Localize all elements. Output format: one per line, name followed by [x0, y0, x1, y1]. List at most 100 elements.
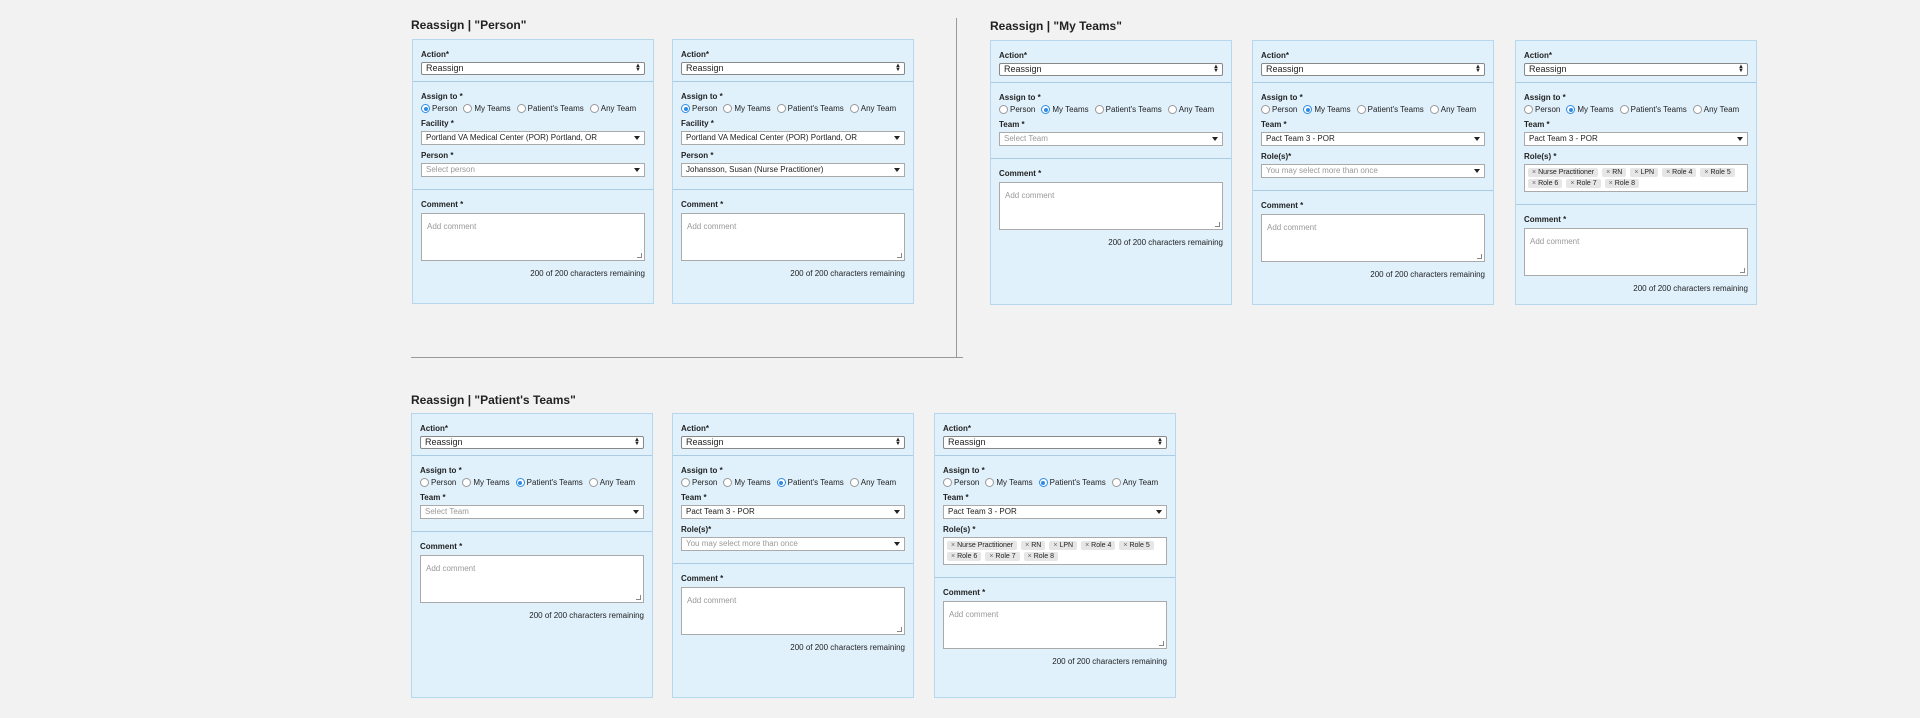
action-select[interactable]: Reassign ▲ ▼	[681, 436, 905, 449]
person-dropdown[interactable]: Johansson, Susan (Nurse Practitioner)	[681, 163, 905, 177]
radio-person[interactable]: Person	[420, 478, 456, 487]
remove-tag-icon[interactable]: ×	[989, 553, 993, 560]
updown-arrows-icon: ▲ ▼	[1475, 64, 1481, 74]
team-dropdown[interactable]: Select Team	[999, 132, 1223, 146]
role-tag: × Role 6	[1528, 179, 1563, 188]
caret-down-icon	[894, 136, 900, 140]
radio-my-teams[interactable]: My Teams	[462, 478, 510, 487]
radio-patients-teams[interactable]: Patient's Teams	[1356, 105, 1424, 114]
comment-textarea[interactable]: Add comment	[1261, 214, 1485, 262]
remove-tag-icon[interactable]: ×	[1532, 169, 1536, 176]
radio-patients-teams[interactable]: Patient's Teams	[776, 104, 844, 113]
comment-textarea[interactable]: Add comment	[681, 213, 905, 261]
action-select[interactable]: Reassign ▲ ▼	[421, 62, 645, 75]
comment-label: Comment *	[420, 542, 463, 551]
roles-dropdown[interactable]: You may select more than once	[681, 537, 905, 551]
team-dropdown[interactable]: Pact Team 3 - POR	[681, 505, 905, 519]
radio-my-teams[interactable]: My Teams	[985, 478, 1033, 487]
remove-tag-icon[interactable]: ×	[951, 553, 955, 560]
team-dropdown[interactable]: Pact Team 3 - POR	[1524, 132, 1748, 146]
radio-person[interactable]: Person	[1261, 105, 1297, 114]
radio-patients-teams[interactable]: Patient's Teams	[1094, 105, 1162, 114]
radio-icon	[1619, 105, 1629, 114]
facility-dropdown[interactable]: Portland VA Medical Center (POR) Portlan…	[421, 131, 645, 145]
radio-person[interactable]: Person	[681, 104, 717, 113]
radio-any-team[interactable]: Any Team	[1167, 105, 1214, 114]
radio-person[interactable]: Person	[999, 105, 1035, 114]
radio-any-team[interactable]: Any Team	[1111, 478, 1158, 487]
remove-tag-icon[interactable]: ×	[1609, 180, 1613, 187]
radio-person[interactable]: Person	[943, 478, 979, 487]
radio-person[interactable]: Person	[1524, 105, 1560, 114]
remove-tag-icon[interactable]: ×	[1570, 180, 1574, 187]
person-placeholder: Select person	[426, 165, 475, 174]
radio-any-team[interactable]: Any Team	[849, 104, 896, 113]
team-dropdown[interactable]: Select Team	[420, 505, 644, 519]
radio-label: Any Team	[599, 478, 636, 487]
action-select[interactable]: Reassign ▲ ▼	[420, 436, 644, 449]
action-select[interactable]: Reassign ▲ ▼	[1524, 63, 1748, 76]
role-tag: × Role 6	[947, 552, 982, 561]
team-dropdown[interactable]: Pact Team 3 - POR	[1261, 132, 1485, 146]
comment-textarea[interactable]: Add comment	[421, 213, 645, 261]
comment-textarea[interactable]: Add comment	[999, 182, 1223, 230]
resize-grip-icon[interactable]	[897, 253, 902, 258]
remove-tag-icon[interactable]: ×	[1666, 169, 1670, 176]
radio-my-teams[interactable]: My Teams	[1566, 105, 1614, 114]
remove-tag-icon[interactable]: ×	[1606, 169, 1610, 176]
remove-tag-icon[interactable]: ×	[1634, 169, 1638, 176]
resize-grip-icon[interactable]	[1215, 222, 1220, 227]
radio-any-team[interactable]: Any Team	[1692, 105, 1739, 114]
comment-textarea[interactable]: Add comment	[1524, 228, 1748, 276]
facility-dropdown[interactable]: Portland VA Medical Center (POR) Portlan…	[681, 131, 905, 145]
radio-patients-teams[interactable]: Patient's Teams	[516, 104, 584, 113]
assign-to-label: Assign to *	[681, 92, 723, 101]
team-dropdown[interactable]: Pact Team 3 - POR	[943, 505, 1167, 519]
resize-grip-icon[interactable]	[637, 253, 642, 258]
resize-grip-icon[interactable]	[1159, 641, 1164, 646]
remove-tag-icon[interactable]: ×	[1532, 180, 1536, 187]
role-tag: × Role 7	[1566, 179, 1601, 188]
resize-grip-icon[interactable]	[636, 595, 641, 600]
radio-patients-teams[interactable]: Patient's Teams	[776, 478, 844, 487]
action-select[interactable]: Reassign ▲ ▼	[943, 436, 1167, 449]
comment-textarea[interactable]: Add comment	[681, 587, 905, 635]
radio-my-teams[interactable]: My Teams	[723, 478, 771, 487]
radio-my-teams[interactable]: My Teams	[463, 104, 511, 113]
remove-tag-icon[interactable]: ×	[1704, 169, 1708, 176]
remove-tag-icon[interactable]: ×	[1053, 542, 1057, 549]
radio-icon	[849, 478, 859, 487]
action-select[interactable]: Reassign ▲ ▼	[999, 63, 1223, 76]
remove-tag-icon[interactable]: ×	[1085, 542, 1089, 549]
comment-textarea[interactable]: Add comment	[943, 601, 1167, 649]
action-select[interactable]: Reassign ▲ ▼	[1261, 63, 1485, 76]
radio-patients-teams[interactable]: Patient's Teams	[1619, 105, 1687, 114]
radio-label: Patient's Teams	[527, 104, 584, 113]
radio-any-team[interactable]: Any Team	[849, 478, 896, 487]
person-dropdown[interactable]: Select person	[421, 163, 645, 177]
roles-tag-input[interactable]: × Nurse Practitioner × RN × LPN × Role 4 × Ro…	[943, 537, 1167, 565]
resize-grip-icon[interactable]	[1477, 254, 1482, 259]
radio-person[interactable]: Person	[421, 104, 457, 113]
resize-grip-icon[interactable]	[1740, 268, 1745, 273]
remove-tag-icon[interactable]: ×	[1025, 542, 1029, 549]
resize-grip-icon[interactable]	[897, 627, 902, 632]
comment-placeholder: Add comment	[426, 564, 476, 573]
roles-dropdown[interactable]: You may select more than once	[1261, 164, 1485, 178]
radio-my-teams[interactable]: My Teams	[1303, 105, 1351, 114]
radio-any-team[interactable]: Any Team	[588, 478, 636, 487]
remove-tag-icon[interactable]: ×	[1123, 542, 1127, 549]
radio-any-team[interactable]: Any Team	[589, 104, 636, 113]
radio-patients-teams[interactable]: Patient's Teams	[515, 478, 583, 487]
team-label: Team *	[1261, 120, 1287, 129]
radio-person[interactable]: Person	[681, 478, 717, 487]
radio-patients-teams[interactable]: Patient's Teams	[1038, 478, 1106, 487]
remove-tag-icon[interactable]: ×	[1028, 553, 1032, 560]
radio-my-teams[interactable]: My Teams	[1041, 105, 1089, 114]
radio-my-teams[interactable]: My Teams	[723, 104, 771, 113]
action-select[interactable]: Reassign ▲ ▼	[681, 62, 905, 75]
comment-textarea[interactable]: Add comment	[420, 555, 644, 603]
radio-any-team[interactable]: Any Team	[1429, 105, 1476, 114]
remove-tag-icon[interactable]: ×	[951, 542, 955, 549]
roles-tag-input[interactable]: × Nurse Practitioner × RN × LPN × Role 4 × Ro…	[1524, 164, 1748, 192]
